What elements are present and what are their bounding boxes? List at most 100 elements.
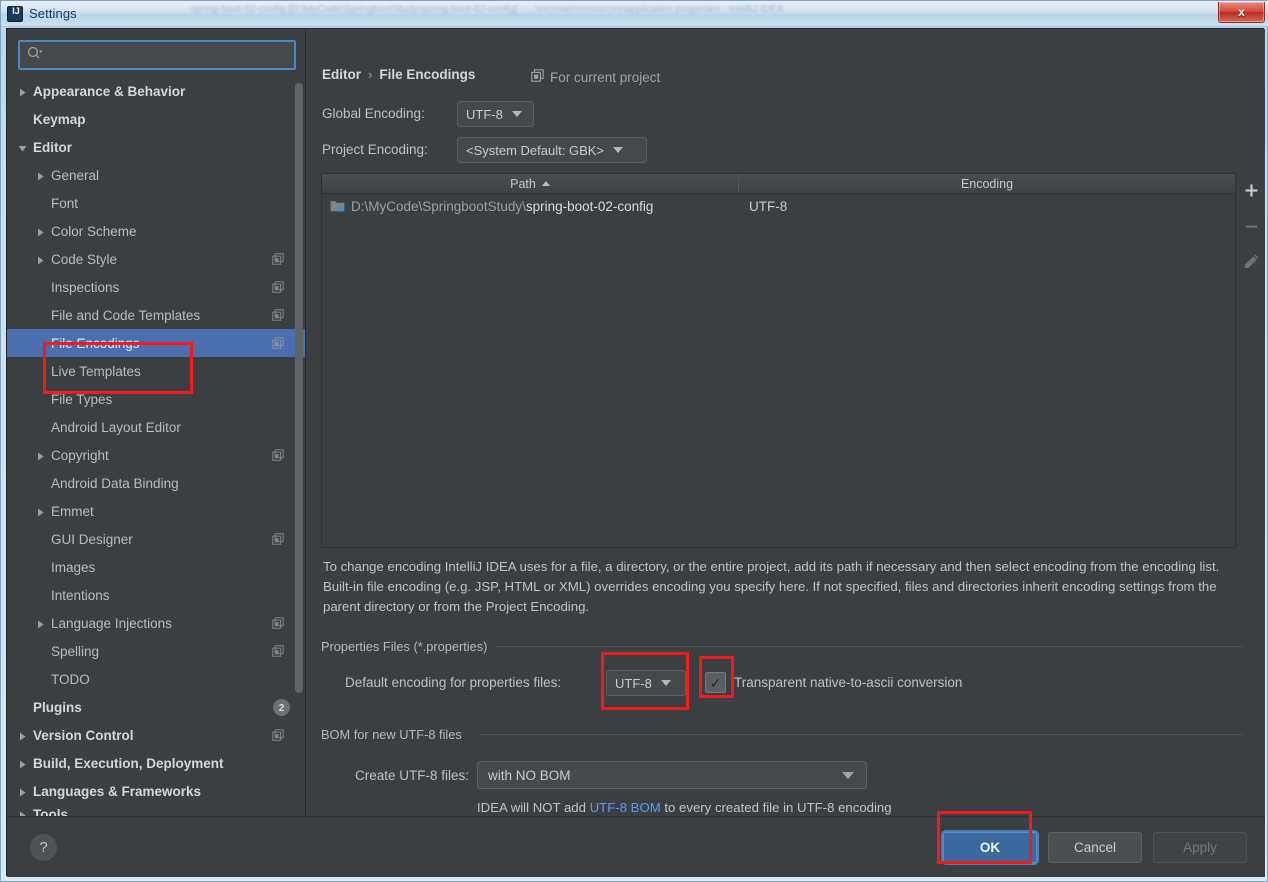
- breadcrumb-current: File Encodings: [379, 67, 476, 82]
- close-icon[interactable]: x: [1218, 2, 1265, 23]
- bom-group-title: BOM for new UTF-8 files: [321, 727, 469, 742]
- transparent-native-to-ascii-checkbox[interactable]: ✓: [705, 672, 726, 693]
- chevron-down-icon: [842, 771, 854, 779]
- sidebar-item-build-execution-deployment[interactable]: Build, Execution, Deployment: [7, 749, 305, 777]
- sidebar-item-inspections[interactable]: Inspections: [7, 273, 305, 301]
- column-header-encoding[interactable]: Encoding: [739, 174, 1235, 193]
- sidebar-item-font[interactable]: Font: [7, 189, 305, 217]
- column-header-path[interactable]: Path: [322, 174, 739, 193]
- sidebar-item-label: Android Layout Editor: [51, 419, 181, 435]
- sidebar-scrollbar-thumb[interactable]: [295, 83, 303, 693]
- table-toolbar: [1237, 173, 1265, 548]
- table-header-row: Path Encoding: [322, 174, 1235, 194]
- checkmark-icon: ✓: [709, 674, 722, 691]
- bom-hint-before: IDEA will NOT add: [477, 800, 590, 815]
- sidebar-item-color-scheme[interactable]: Color Scheme: [7, 217, 305, 245]
- chevron-right-icon[interactable]: [35, 618, 46, 629]
- sidebar-item-keymap[interactable]: Keymap: [7, 105, 305, 133]
- table-row[interactable]: D:\MyCode\SpringbootStudy\spring-boot-02…: [322, 194, 1235, 219]
- project-scope-icon: [272, 281, 284, 293]
- chevron-right-icon[interactable]: [35, 170, 46, 181]
- sidebar-item-tools[interactable]: Tools: [7, 805, 305, 817]
- chevron-right-icon[interactable]: [17, 786, 28, 797]
- sidebar-item-spelling[interactable]: Spelling: [7, 637, 305, 665]
- sidebar-item-file-types[interactable]: File Types: [7, 385, 305, 413]
- sidebar-item-android-data-binding[interactable]: Android Data Binding: [7, 469, 305, 497]
- create-utf8-files-dropdown[interactable]: with NO BOM: [477, 761, 867, 789]
- sidebar-item-gui-designer[interactable]: GUI Designer: [7, 525, 305, 553]
- default-properties-encoding-dropdown[interactable]: UTF-8: [606, 670, 686, 696]
- global-encoding-dropdown[interactable]: UTF-8: [457, 101, 534, 127]
- chevron-right-icon[interactable]: [17, 809, 28, 816]
- edit-path-button[interactable]: [1241, 252, 1261, 272]
- sidebar-item-copyright[interactable]: Copyright: [7, 441, 305, 469]
- breadcrumb-separator-icon: ›: [368, 67, 373, 82]
- sidebar-item-images[interactable]: Images: [7, 553, 305, 581]
- sidebar-item-label: Images: [51, 559, 96, 575]
- search-field[interactable]: [18, 40, 296, 70]
- breadcrumb: Editor › File Encodings: [322, 67, 475, 82]
- sidebar-item-label: Copyright: [51, 447, 109, 463]
- sidebar-item-label: Keymap: [33, 111, 86, 127]
- sidebar-item-version-control[interactable]: Version Control: [7, 721, 305, 749]
- table-body: D:\MyCode\SpringbootStudy\spring-boot-02…: [322, 194, 1235, 219]
- project-encoding-dropdown[interactable]: <System Default: GBK>: [457, 137, 647, 163]
- sidebar-item-label: TODO: [51, 671, 90, 687]
- sidebar-item-editor[interactable]: Editor: [7, 133, 305, 161]
- chevron-down-icon[interactable]: [17, 142, 28, 153]
- intellij-idea-icon: [7, 5, 24, 22]
- sidebar-item-languages-frameworks[interactable]: Languages & Frameworks: [7, 777, 305, 805]
- sidebar-item-code-style[interactable]: Code Style: [7, 245, 305, 273]
- project-scope-icon: [272, 729, 284, 741]
- sidebar-item-todo[interactable]: TODO: [7, 665, 305, 693]
- sidebar-item-file-and-code-templates[interactable]: File and Code Templates: [7, 301, 305, 329]
- cell-encoding[interactable]: UTF-8: [739, 199, 1235, 214]
- sidebar-item-label: Live Templates: [51, 363, 141, 379]
- sidebar-item-general[interactable]: General: [7, 161, 305, 189]
- sidebar-item-intentions[interactable]: Intentions: [7, 581, 305, 609]
- sidebar-item-label: File Types: [51, 391, 113, 407]
- remove-path-button[interactable]: [1241, 216, 1261, 236]
- sort-ascending-icon: [541, 181, 550, 186]
- sidebar-item-label: Editor: [33, 139, 72, 155]
- settings-tree[interactable]: Appearance & Behavior Keymap Editor General…: [7, 77, 305, 817]
- project-scope-icon: [272, 309, 284, 321]
- sidebar-item-label: Tools: [33, 806, 68, 817]
- for-current-project-indicator: For current project: [531, 69, 660, 85]
- chevron-right-icon[interactable]: [17, 758, 28, 769]
- chevron-right-icon[interactable]: [35, 254, 46, 265]
- create-utf8-files-label: Create UTF-8 files:: [354, 768, 469, 783]
- search-input[interactable]: [43, 47, 294, 63]
- breadcrumb-parent[interactable]: Editor: [322, 67, 361, 82]
- sidebar-item-language-injections[interactable]: Language Injections: [7, 609, 305, 637]
- encodings-table[interactable]: Path Encoding D:\MyCode\SpringbootStudy\…: [321, 173, 1236, 548]
- chevron-right-icon[interactable]: [35, 226, 46, 237]
- add-path-button[interactable]: [1241, 180, 1261, 200]
- project-scope-icon: [272, 337, 284, 349]
- global-encoding-label: Global Encoding:: [322, 106, 425, 121]
- utf8-bom-link[interactable]: UTF-8 BOM: [590, 800, 661, 815]
- project-scope-icon: [272, 449, 284, 461]
- project-scope-icon: [272, 253, 284, 265]
- sidebar-item-android-layout-editor[interactable]: Android Layout Editor: [7, 413, 305, 441]
- cancel-button[interactable]: Cancel: [1048, 832, 1142, 863]
- chevron-right-icon[interactable]: [35, 450, 46, 461]
- sidebar-item-label: Appearance & Behavior: [33, 83, 186, 99]
- sidebar-item-live-templates[interactable]: Live Templates: [7, 357, 305, 385]
- bom-group-rule: [479, 734, 1243, 735]
- chevron-right-icon[interactable]: [17, 730, 28, 741]
- sidebar-item-file-encodings[interactable]: File Encodings: [7, 329, 305, 357]
- sidebar-item-plugins[interactable]: Plugins 2: [7, 693, 305, 721]
- chevron-right-icon[interactable]: [17, 86, 28, 97]
- for-current-project-label: For current project: [550, 69, 661, 85]
- help-button[interactable]: ?: [30, 834, 57, 861]
- cell-path: D:\MyCode\SpringbootStudy\spring-boot-02…: [322, 199, 739, 215]
- sidebar-item-emmet[interactable]: Emmet: [7, 497, 305, 525]
- transparent-native-to-ascii-label[interactable]: Transparent native-to-ascii conversion: [734, 675, 962, 690]
- ok-button[interactable]: OK: [943, 832, 1037, 863]
- chevron-right-icon[interactable]: [35, 506, 46, 517]
- global-encoding-value: UTF-8: [466, 106, 503, 122]
- chevron-down-icon: [613, 147, 624, 153]
- apply-button[interactable]: Apply: [1153, 832, 1247, 863]
- sidebar-item-appearance-behavior[interactable]: Appearance & Behavior: [7, 77, 305, 105]
